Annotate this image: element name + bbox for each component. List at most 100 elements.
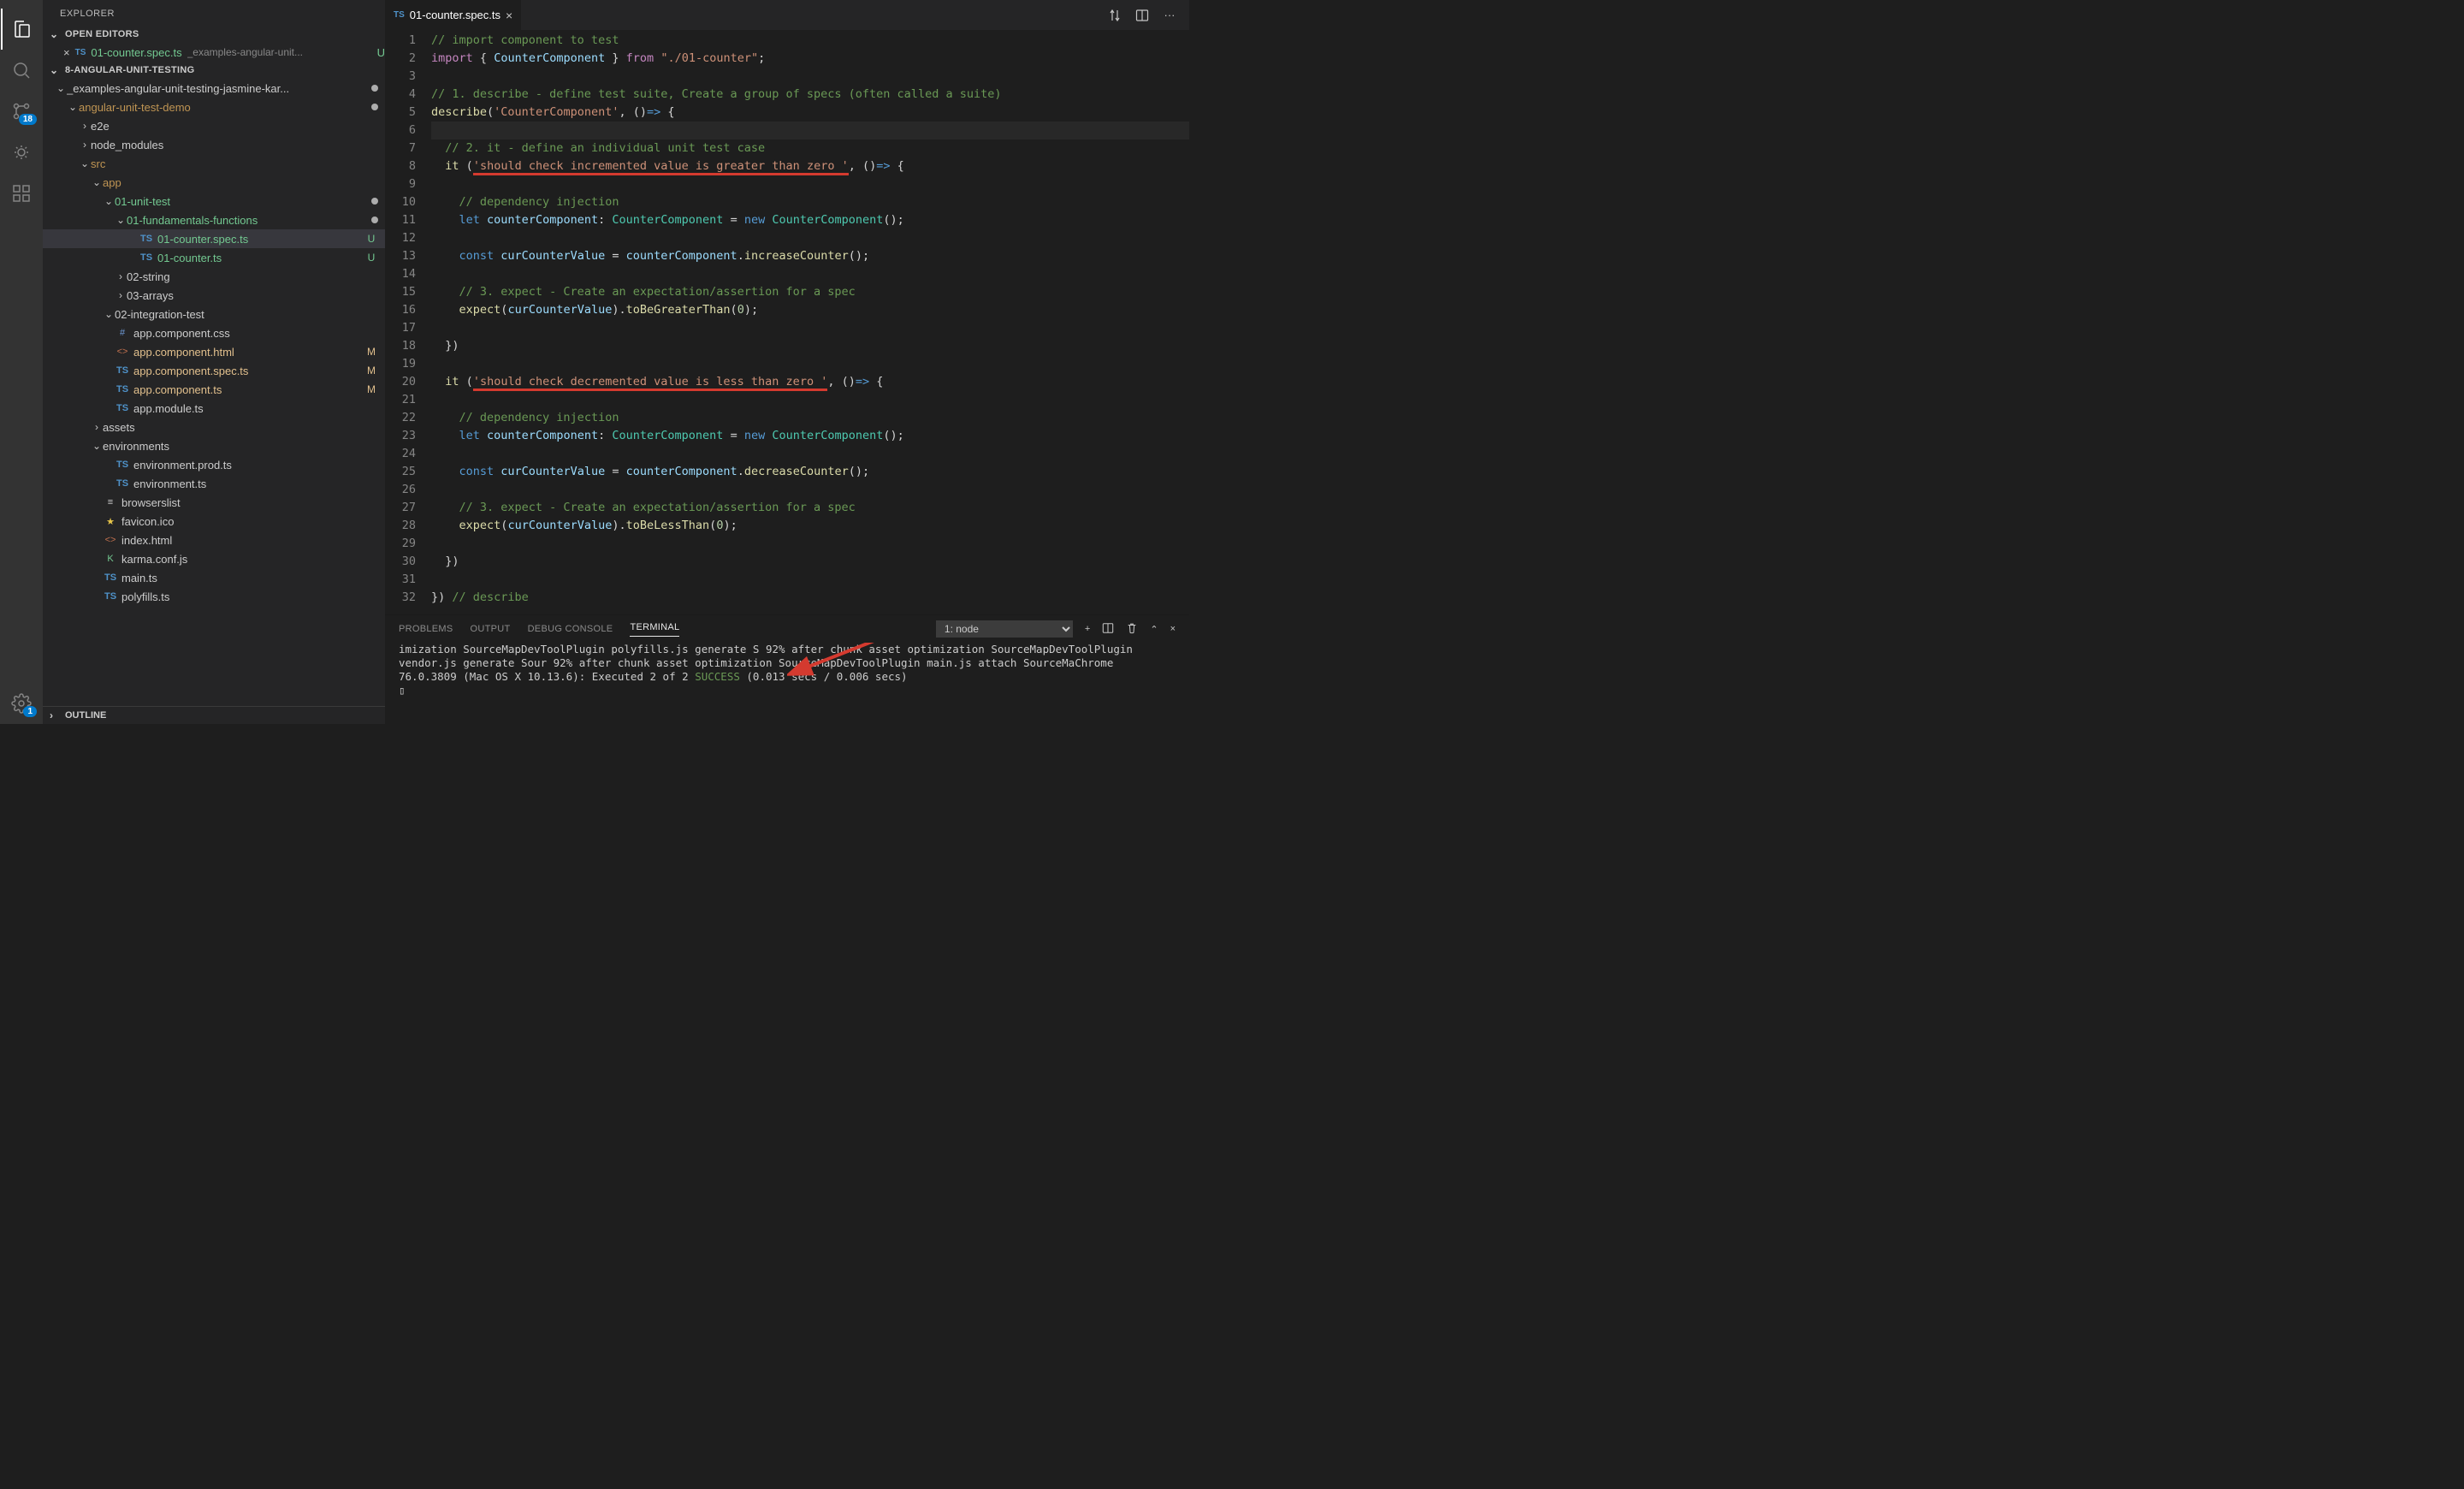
item-label: 01-unit-test [115,195,368,208]
code-editor[interactable]: 1234567891011121314151617181920212223242… [385,30,1189,614]
item-label: app.component.html [133,346,364,359]
search-icon[interactable] [1,50,42,91]
vcs-status: M [364,365,378,377]
item-label: _examples-angular-unit-testing-jasmine-k… [67,82,368,95]
folder-item[interactable]: ›assets [43,418,385,436]
folder-item[interactable]: ›02-string [43,267,385,286]
folder-item[interactable]: ⌄02-integration-test [43,305,385,323]
file-item[interactable]: Kkarma.conf.js [43,549,385,568]
open-editors-header[interactable]: ⌄ OPEN EDITORS [43,26,385,43]
bottom-panel: PROBLEMS OUTPUT DEBUG CONSOLE TERMINAL 1… [385,614,1189,724]
workspace-header[interactable]: ⌄ 8-ANGULAR-UNIT-TESTING [43,62,385,79]
vcs-status: U [364,233,378,245]
folder-item[interactable]: ⌄01-fundamentals-functions [43,211,385,229]
debug-icon[interactable] [1,132,42,173]
open-editor-item[interactable]: × TS 01-counter.spec.ts _examples-angula… [43,43,385,62]
folder-item[interactable]: ›03-arrays [43,286,385,305]
file-item[interactable]: <>app.component.htmlM [43,342,385,361]
vcs-status: M [364,383,378,395]
compare-icon[interactable] [1107,8,1122,23]
chevron-down-icon: ⌄ [79,157,91,169]
code-content[interactable]: // import component to testimport { Coun… [431,30,1189,614]
close-icon[interactable]: × [63,46,70,59]
file-item[interactable]: TSenvironment.prod.ts [43,455,385,474]
file-item[interactable]: TSapp.module.ts [43,399,385,418]
folder-item[interactable]: ›e2e [43,116,385,135]
tab-debug-console[interactable]: DEBUG CONSOLE [528,624,613,634]
dirty-dot-icon [371,85,378,92]
item-label: 02-integration-test [115,308,378,321]
more-icon[interactable]: ··· [1162,8,1177,23]
extensions-icon[interactable] [1,173,42,214]
item-label: environment.ts [133,478,378,490]
chevron-down-icon: ⌄ [103,308,115,320]
outline-header[interactable]: › OUTLINE [43,706,385,724]
chevron-right-icon: › [79,120,91,132]
settings-badge: 1 [23,706,37,717]
folder-item[interactable]: ⌄src [43,154,385,173]
file-item[interactable]: #app.component.css [43,323,385,342]
file-type-icon: TS [103,572,118,583]
file-item[interactable]: TSmain.ts [43,568,385,587]
split-terminal-icon[interactable] [1102,622,1114,637]
chevron-up-icon[interactable]: ⌃ [1150,624,1158,635]
chevron-down-icon: ⌄ [91,176,103,188]
source-control-icon[interactable]: 18 [1,91,42,132]
vcs-status: U [364,252,378,264]
item-label: app [103,176,378,189]
file-item[interactable]: ★favicon.ico [43,512,385,531]
trash-icon[interactable] [1126,622,1138,637]
tab-output[interactable]: OUTPUT [471,624,511,634]
terminal-success: SUCCESS [695,670,740,683]
folder-item[interactable]: ⌄_examples-angular-unit-testing-jasmine-… [43,79,385,98]
terminal-output[interactable]: imization SourceMapDevToolPlugin polyfil… [385,643,1189,724]
activity-bar: 18 1 [0,0,43,724]
scm-badge: 18 [19,114,37,125]
item-label: polyfills.ts [121,590,378,603]
file-type-icon: ≡ [103,497,118,507]
item-label: assets [103,421,378,434]
file-item[interactable]: TS01-counter.spec.tsU [43,229,385,248]
folder-item[interactable]: ⌄environments [43,436,385,455]
file-item[interactable]: TSapp.component.tsM [43,380,385,399]
file-item[interactable]: <>index.html [43,531,385,549]
terminal-selector[interactable]: 1: node [936,620,1073,638]
open-editors-label: OPEN EDITORS [65,29,139,39]
file-type-icon: TS [103,591,118,602]
settings-gear-icon[interactable]: 1 [1,683,42,724]
file-type-icon: TS [115,478,130,489]
file-item[interactable]: TS01-counter.tsU [43,248,385,267]
folder-item[interactable]: ⌄01-unit-test [43,192,385,211]
dirty-dot-icon [371,104,378,110]
file-item[interactable]: TSpolyfills.ts [43,587,385,606]
folder-item[interactable]: ⌄app [43,173,385,192]
item-label: 01-counter.ts [157,252,364,264]
file-item[interactable]: TSenvironment.ts [43,474,385,493]
file-item[interactable]: ≡browserslist [43,493,385,512]
close-icon[interactable]: × [506,9,512,22]
file-type-icon: TS [115,403,130,413]
tab-terminal[interactable]: TERMINAL [630,622,679,637]
tab-bar: TS 01-counter.spec.ts × ··· [385,0,1189,30]
file-type-icon: K [103,554,118,564]
item-label: app.component.spec.ts [133,365,364,377]
new-terminal-icon[interactable]: + [1085,624,1090,634]
item-label: browserslist [121,496,378,509]
file-type-icon: TS [115,365,130,376]
vcs-status: M [364,346,378,358]
open-editor-filename: 01-counter.spec.ts [91,46,181,59]
editor-tab[interactable]: TS 01-counter.spec.ts × [385,0,522,30]
tab-problems[interactable]: PROBLEMS [399,624,453,634]
explorer-icon[interactable] [1,9,42,50]
split-editor-icon[interactable] [1134,8,1150,23]
file-item[interactable]: TSapp.component.spec.tsM [43,361,385,380]
item-label: angular-unit-test-demo [79,101,368,114]
tab-actions: ··· [1107,8,1189,23]
terminal-cursor: ▯ [399,684,406,697]
chevron-down-icon: ⌄ [91,440,103,452]
folder-item[interactable]: ›node_modules [43,135,385,154]
item-label: environment.prod.ts [133,459,378,472]
item-label: 03-arrays [127,289,378,302]
folder-item[interactable]: ⌄angular-unit-test-demo [43,98,385,116]
close-panel-icon[interactable]: × [1170,624,1176,634]
